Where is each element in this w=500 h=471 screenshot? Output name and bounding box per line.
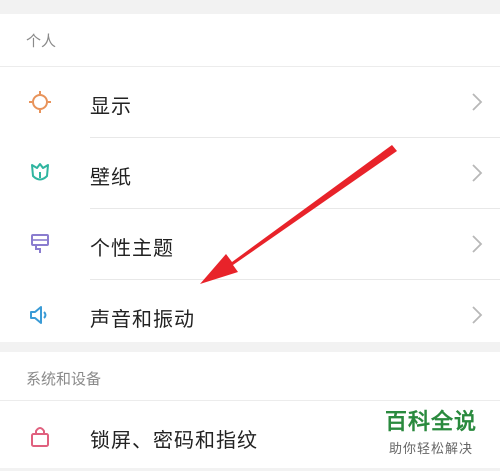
theme-brush-icon xyxy=(31,234,49,253)
section-header-personal: 个人 xyxy=(26,32,57,50)
watermark: 百科全说 助你轻松解决 xyxy=(372,404,490,457)
chevron-right-icon xyxy=(472,93,483,111)
speaker-icon xyxy=(30,306,47,324)
settings-item-label: 显示 xyxy=(90,94,132,118)
settings-item-label: 声音和振动 xyxy=(90,307,195,331)
settings-item-theme[interactable]: 个性主题 xyxy=(0,209,500,279)
watermark-subtitle: 助你轻松解决 xyxy=(388,442,473,457)
personal-section: 个人 显示 壁纸 个性主题 声音和振动 xyxy=(0,14,500,342)
chevron-right-icon xyxy=(472,306,483,324)
settings-item-label: 锁屏、密码和指纹 xyxy=(90,428,258,452)
settings-item-sound[interactable]: 声音和振动 xyxy=(0,280,500,350)
lock-icon xyxy=(31,427,49,447)
settings-item-label: 壁纸 xyxy=(90,165,132,189)
section-header-system: 系统和设备 xyxy=(26,370,102,388)
chevron-right-icon xyxy=(472,164,483,182)
watermark-title: 百科全说 xyxy=(384,410,477,435)
top-spacer xyxy=(0,0,500,14)
settings-item-label: 个性主题 xyxy=(90,236,174,260)
settings-item-wallpaper[interactable]: 壁纸 xyxy=(0,138,500,208)
wallpaper-tulip-icon xyxy=(31,163,49,181)
chevron-right-icon xyxy=(472,235,483,253)
settings-item-display[interactable]: 显示 xyxy=(0,67,500,137)
sun-icon xyxy=(29,91,51,113)
